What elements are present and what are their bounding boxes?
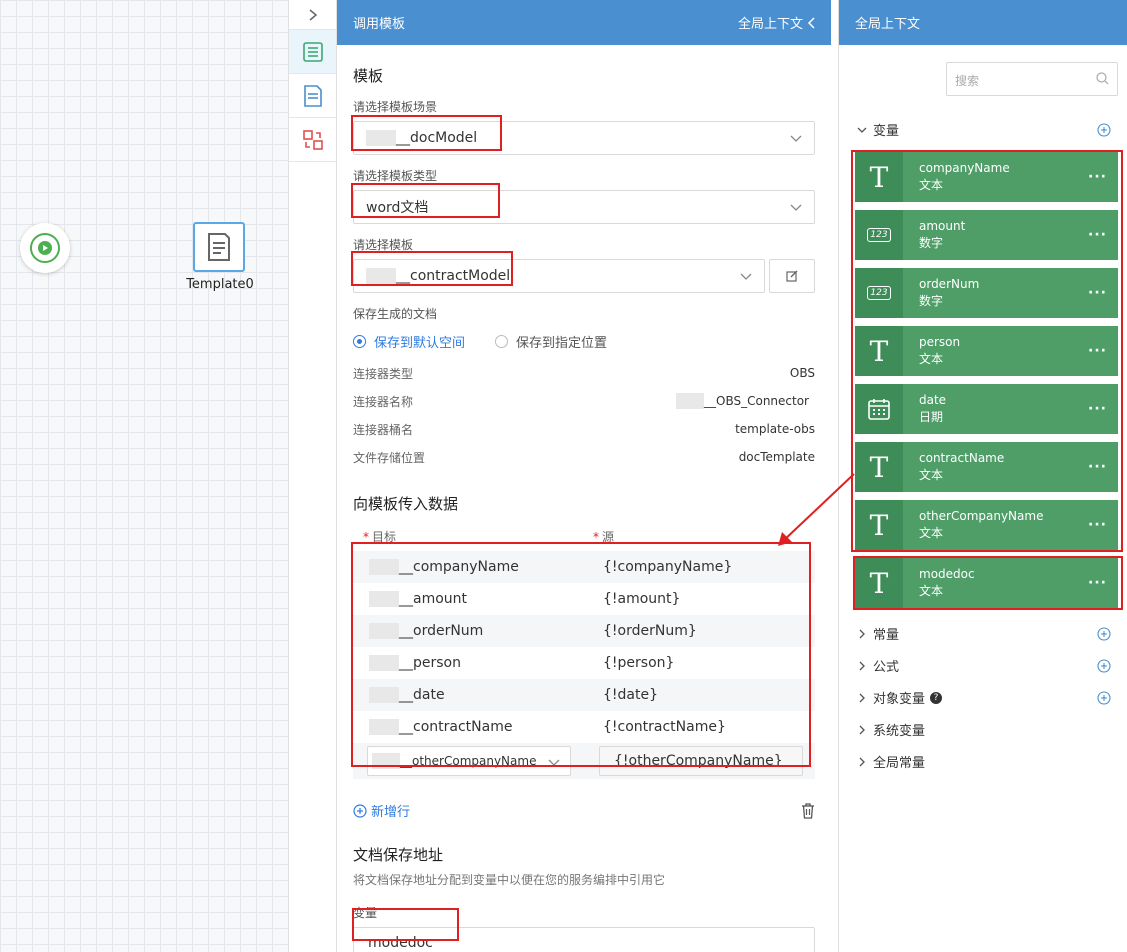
start-node[interactable] xyxy=(20,223,70,273)
radio-custom-location[interactable]: 保存到指定位置 xyxy=(495,332,607,351)
plus-circle-icon xyxy=(353,803,367,818)
scene-label: 请选择模板场景 xyxy=(353,100,438,114)
add-circle-icon[interactable] xyxy=(1097,690,1111,705)
radio-default-space[interactable]: 保存到默认空间 xyxy=(353,332,465,351)
chevron-down-icon xyxy=(790,204,802,211)
panel-title: 调用模板 xyxy=(353,17,406,32)
add-circle-icon[interactable] xyxy=(1097,626,1111,641)
template-node-label: Template0 xyxy=(186,277,254,292)
info-row: 连接器类型 OBS xyxy=(353,366,815,381)
chevron-right-icon xyxy=(859,725,865,734)
global-constants-group[interactable]: 全局常量 xyxy=(857,752,925,771)
swap-icon xyxy=(302,129,323,150)
tool-strip xyxy=(288,0,337,952)
edit-template-button[interactable] xyxy=(769,259,815,293)
info-row: 文件存储位置 docTemplate xyxy=(353,450,815,465)
chevron-down-icon xyxy=(740,273,752,280)
annotation-arrow xyxy=(778,473,855,546)
system-variables-group[interactable]: 系统变量 xyxy=(857,720,925,739)
add-row-button[interactable]: 新增行 xyxy=(353,801,410,820)
list-icon xyxy=(302,41,323,62)
chevron-down-icon xyxy=(790,135,802,142)
chevron-right-icon xyxy=(859,757,865,766)
trash-icon[interactable] xyxy=(801,802,815,819)
save-doc-label: 保存生成的文档 xyxy=(353,307,438,321)
document-tool[interactable] xyxy=(289,74,336,118)
play-icon xyxy=(30,233,60,263)
highlight-box xyxy=(851,150,1123,552)
chevron-right-icon xyxy=(859,693,865,702)
type-label: 请选择模板类型 xyxy=(353,169,438,183)
info-row: 连接器桶名 template-obs xyxy=(353,422,815,437)
help-icon[interactable]: ? xyxy=(930,691,943,704)
template-section-title: 模板 xyxy=(353,67,384,85)
radio-unchecked-icon xyxy=(495,335,509,348)
edit-icon xyxy=(786,270,798,282)
add-circle-icon[interactable] xyxy=(1097,122,1111,137)
highlight-box xyxy=(351,183,500,218)
highlight-box xyxy=(351,115,502,151)
global-context-panel: 全局上下文 搜索 变量 T companyName 文本 ··· 123 amou… xyxy=(838,0,1127,952)
highlight-box xyxy=(351,251,513,286)
search-input[interactable]: 搜索 xyxy=(946,62,1118,96)
template-call-panel: 调用模板 全局上下文 模板 请选择模板场景 __docModel 请选择模板类型… xyxy=(337,0,831,952)
data-section-title: 向模板传入数据 xyxy=(353,495,459,513)
flow-canvas[interactable]: Template0 xyxy=(0,0,288,952)
object-variables-group[interactable]: 对象变量 ? xyxy=(857,688,1119,707)
global-context-link[interactable]: 全局上下文 xyxy=(738,13,817,32)
highlight-box xyxy=(853,556,1123,610)
redacted-prefix xyxy=(676,393,705,409)
chevron-down-icon xyxy=(857,127,867,133)
global-context-header: 全局上下文 xyxy=(839,0,1127,45)
document-icon xyxy=(208,233,230,261)
mapping-tool[interactable] xyxy=(289,118,336,162)
highlight-box xyxy=(351,542,811,767)
panel-header: 调用模板 全局上下文 xyxy=(337,0,831,45)
document-icon xyxy=(303,84,322,107)
variables-group[interactable]: 变量 xyxy=(857,120,1119,139)
save-address-description: 将文档保存地址分配到变量中以便在您的服务编排中引用它 xyxy=(353,873,666,887)
save-address-title: 文档保存地址 xyxy=(353,846,444,864)
expand-button[interactable] xyxy=(289,0,336,30)
chevron-right-icon xyxy=(309,8,317,21)
add-circle-icon[interactable] xyxy=(1097,658,1111,673)
properties-tool[interactable] xyxy=(289,30,336,74)
chevron-right-icon xyxy=(859,629,865,638)
constants-group[interactable]: 常量 xyxy=(857,624,1119,643)
chevron-left-icon xyxy=(807,16,815,29)
info-row: 连接器名称 __OBS_Connector xyxy=(353,393,809,409)
highlight-box xyxy=(352,908,459,941)
search-icon xyxy=(1096,72,1109,85)
template-node[interactable] xyxy=(193,222,245,272)
chevron-right-icon xyxy=(859,661,865,670)
formulas-group[interactable]: 公式 xyxy=(857,656,1119,675)
radio-checked-icon xyxy=(353,335,366,348)
